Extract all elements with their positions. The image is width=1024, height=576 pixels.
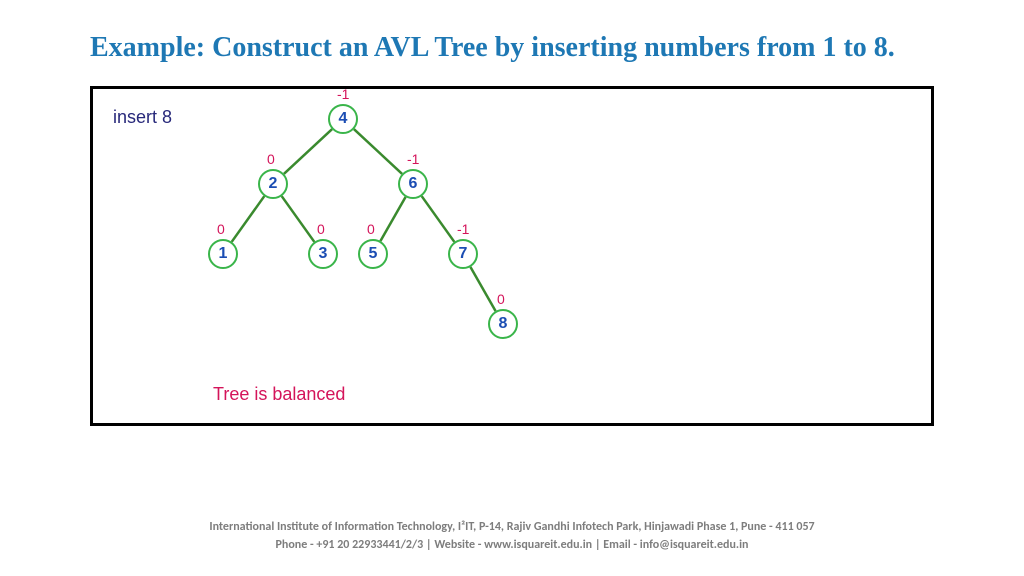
balance-factor: 0: [267, 151, 275, 167]
tree-edge: [354, 130, 402, 175]
slide-title: Example: Construct an AVL Tree by insert…: [0, 0, 1024, 76]
tree-edge: [422, 197, 455, 243]
status-label: Tree is balanced: [213, 384, 345, 405]
balance-factor: -1: [407, 151, 419, 167]
balance-factor: 0: [217, 221, 225, 237]
avl-tree: 4-1206-11030507-180: [153, 99, 573, 379]
tree-edge: [470, 267, 495, 311]
balance-factor: 0: [497, 291, 505, 307]
balance-factor: 0: [317, 221, 325, 237]
tree-edge: [380, 197, 405, 241]
footer-line-2: Phone - +91 20 22933441/2/3 | Website - …: [0, 536, 1024, 554]
balance-factor: -1: [457, 221, 469, 237]
tree-edge: [284, 130, 332, 175]
balance-factor: 0: [367, 221, 375, 237]
tree-edge: [232, 197, 265, 243]
diagram-container: insert 8 Tree is balanced 4-1206-1103050…: [90, 86, 934, 426]
footer-line-1: International Institute of Information T…: [0, 518, 1024, 536]
balance-factor: -1: [337, 86, 349, 102]
tree-edge: [282, 197, 315, 243]
footer: International Institute of Information T…: [0, 518, 1024, 554]
